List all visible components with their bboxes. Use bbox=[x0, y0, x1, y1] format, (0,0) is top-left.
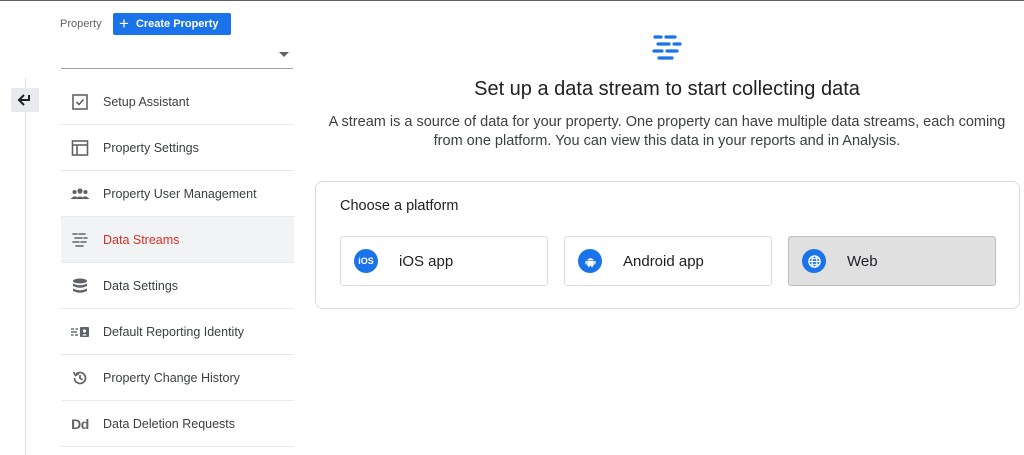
ios-app-button[interactable]: iOS iOS app bbox=[340, 236, 548, 286]
nav-item-default-reporting-identity[interactable]: Default Reporting Identity bbox=[61, 309, 294, 355]
web-button[interactable]: Web bbox=[788, 236, 996, 286]
platform-label: iOS app bbox=[399, 252, 454, 270]
back-button[interactable] bbox=[11, 88, 39, 112]
checkbox-icon bbox=[69, 92, 91, 112]
globe-icon bbox=[802, 249, 826, 273]
nav-item-data-deletion-requests[interactable]: Dd Data Deletion Requests bbox=[61, 401, 294, 447]
nav-item-property-change-history[interactable]: Property Change History bbox=[61, 355, 294, 401]
identity-icon bbox=[69, 322, 91, 342]
page-description: A stream is a source of data for your pr… bbox=[328, 114, 1006, 149]
property-select[interactable] bbox=[61, 42, 293, 69]
nav-item-property-user-management[interactable]: Property User Management bbox=[61, 171, 294, 217]
ios-icon: iOS bbox=[354, 249, 378, 273]
platform-label: Web bbox=[847, 252, 878, 270]
nav-item-label: Data Streams bbox=[103, 232, 180, 247]
nav-item-label: Property Change History bbox=[103, 370, 240, 385]
platform-label: Android app bbox=[623, 252, 704, 270]
rail-divider bbox=[25, 78, 26, 88]
choose-platform-label: Choose a platform bbox=[340, 198, 459, 214]
nav-item-label: Data Deletion Requests bbox=[103, 416, 236, 431]
android-app-button[interactable]: Android app bbox=[564, 236, 772, 286]
page-title: Set up a data stream to start collecting… bbox=[474, 78, 860, 100]
nav-item-data-streams[interactable]: Data Streams bbox=[61, 217, 294, 263]
nav-item-label: Default Reporting Identity bbox=[103, 324, 245, 339]
history-icon bbox=[69, 368, 91, 388]
create-property-label: Create Property bbox=[135, 18, 219, 30]
nav-item-label: Setup Assistant bbox=[103, 94, 190, 109]
database-icon bbox=[69, 276, 91, 296]
people-icon bbox=[69, 184, 91, 204]
rail-divider bbox=[25, 112, 26, 455]
nav-item-data-settings[interactable]: Data Settings bbox=[61, 263, 294, 309]
android-icon bbox=[578, 249, 602, 273]
nav-item-label: Property Settings bbox=[103, 140, 199, 155]
nav-item-label: Property User Management bbox=[103, 186, 257, 201]
property-label: Property bbox=[60, 18, 102, 30]
caret-down-icon bbox=[279, 52, 289, 57]
property-nav: Setup Assistant Property Settings Proper… bbox=[61, 79, 294, 447]
window-top-border bbox=[0, 0, 1024, 1]
nav-item-label: Data Settings bbox=[103, 278, 179, 293]
nav-item-property-settings[interactable]: Property Settings bbox=[61, 125, 294, 171]
streams-icon bbox=[69, 230, 91, 250]
plus-icon: + bbox=[119, 13, 129, 33]
arrow-back-icon bbox=[17, 94, 30, 106]
dd-icon: Dd bbox=[71, 415, 89, 432]
nav-item-setup-assistant[interactable]: Setup Assistant bbox=[61, 79, 294, 125]
layout-icon bbox=[69, 138, 91, 158]
platform-card: Choose a platform iOS iOS app Android ap… bbox=[315, 181, 1020, 309]
create-property-button[interactable]: + Create Property bbox=[113, 13, 231, 35]
data-stream-icon bbox=[652, 35, 682, 60]
